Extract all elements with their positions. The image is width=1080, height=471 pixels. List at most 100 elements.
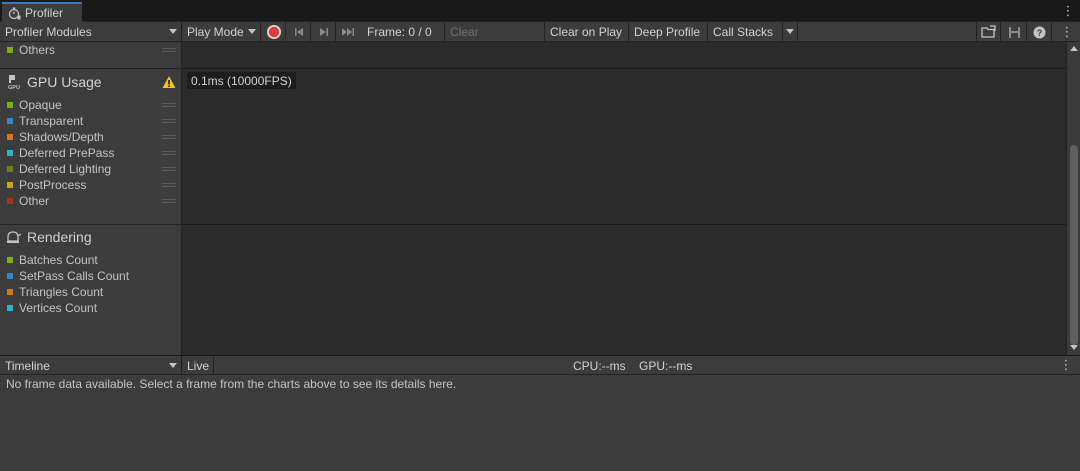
folder-open-icon: [980, 25, 996, 38]
legend-item-deferred-prepass[interactable]: Deferred PrePass: [7, 145, 114, 161]
vertical-scrollbar[interactable]: [1066, 42, 1080, 355]
play-mode-label: Play Mode: [187, 25, 244, 39]
drag-handle-icon[interactable]: [162, 145, 176, 161]
legend-label: Vertices Count: [19, 301, 98, 315]
help-button[interactable]: ?: [1028, 22, 1052, 42]
live-label: Live: [187, 359, 210, 373]
details-panel: No frame data available. Select a frame …: [0, 375, 1080, 471]
scrollbar-thumb[interactable]: [1070, 145, 1078, 345]
step-forward-icon: [319, 28, 328, 36]
legend-item-shadows-depth[interactable]: Shadows/Depth: [7, 129, 104, 145]
clear-label: Clear: [450, 25, 479, 39]
legend-label: Deferred PrePass: [19, 146, 115, 160]
legend-swatch: [7, 273, 13, 279]
drag-handle-icon[interactable]: [162, 177, 176, 193]
module-header-rendering[interactable]: Rendering: [6, 229, 92, 245]
profiler-stopwatch-icon: [7, 6, 21, 20]
module-divider: [0, 68, 182, 69]
chevron-down-icon: [786, 29, 794, 34]
module-header-gpu[interactable]: GPU GPU Usage: [6, 74, 102, 90]
svg-text:?: ?: [1037, 28, 1043, 38]
legend-item-vertices-count[interactable]: Vertices Count: [7, 300, 97, 316]
window-menu-icon[interactable]: ⋮: [1061, 3, 1075, 18]
legend-item-postprocess[interactable]: PostProcess: [7, 177, 86, 193]
module-divider: [0, 224, 182, 225]
details-menu-icon[interactable]: ⋮: [1059, 357, 1073, 372]
chart-divider: [182, 224, 1066, 225]
details-view-label: Timeline: [5, 359, 50, 373]
window-tab-bar: Profiler ⋮: [0, 0, 1080, 22]
cpu-time-label: CPU:--ms: [573, 359, 626, 373]
drag-handle-icon[interactable]: [162, 129, 176, 145]
legend-label: Deferred Lighting: [19, 162, 112, 176]
help-icon: ?: [1033, 26, 1046, 38]
record-button[interactable]: [262, 22, 286, 42]
scroll-down-icon[interactable]: [1070, 345, 1078, 350]
call-stacks-toggle[interactable]: Call Stacks: [708, 22, 783, 42]
drag-handle-icon[interactable]: [162, 113, 176, 129]
legend-swatch: [7, 150, 13, 156]
module-title: Rendering: [27, 229, 92, 245]
tab-profiler[interactable]: Profiler: [2, 2, 82, 22]
toolbar-menu-icon[interactable]: ⋮: [1060, 24, 1074, 39]
legend-item-opaque[interactable]: Opaque: [7, 97, 62, 113]
deep-profile-label: Deep Profile: [634, 25, 701, 39]
call-stacks-dropdown[interactable]: [783, 22, 798, 42]
legend-label: Transparent: [19, 114, 84, 128]
gpu-time-readout: GPU:--ms: [634, 356, 714, 376]
gpu-time-label: GPU:--ms: [639, 359, 693, 373]
legend-swatch: [7, 47, 13, 53]
record-icon: [266, 25, 281, 39]
step-back-icon: [294, 28, 303, 36]
save-button[interactable]: [1002, 22, 1027, 42]
next-frame-button[interactable]: [312, 22, 336, 42]
scroll-up-icon[interactable]: [1070, 46, 1078, 51]
chevron-down-icon: [169, 363, 177, 368]
legend-swatch: [7, 305, 13, 311]
live-toggle[interactable]: Live: [182, 356, 214, 376]
gpu-chart-tooltip: 0.1ms (10000FPS): [187, 72, 296, 89]
legend-label: Others: [19, 43, 56, 57]
profiler-toolbar: Profiler Modules Play Mode Frame: 0 / 0 …: [0, 22, 1080, 42]
profiler-modules-label: Profiler Modules: [5, 25, 92, 39]
svg-text:GPU: GPU: [8, 85, 20, 90]
module-list-panel: Others GPU GPU Usage Opaque Transparent …: [0, 42, 182, 355]
profiler-chart-area[interactable]: [182, 42, 1066, 355]
profiler-modules-dropdown[interactable]: Profiler Modules: [0, 22, 182, 42]
clear-on-play-toggle[interactable]: Clear on Play: [545, 22, 629, 42]
legend-item-triangles-count[interactable]: Triangles Count: [7, 284, 103, 300]
drag-handle-icon[interactable]: [162, 193, 176, 209]
chevron-down-icon: [248, 29, 256, 34]
drag-handle-icon[interactable]: [162, 97, 176, 113]
load-button[interactable]: [976, 22, 1001, 42]
current-frame-button[interactable]: [337, 22, 361, 42]
fast-forward-icon: [342, 28, 354, 36]
legend-label: Opaque: [19, 98, 62, 112]
chart-divider: [182, 68, 1066, 69]
gpu-icon: GPU: [6, 74, 22, 90]
legend-swatch: [7, 134, 13, 140]
legend-swatch: [7, 118, 13, 124]
frame-counter: Frame: 0 / 0: [362, 22, 445, 42]
deep-profile-toggle[interactable]: Deep Profile: [629, 22, 708, 42]
cpu-time-readout: CPU:--ms: [568, 356, 638, 376]
legend-item-deferred-lighting[interactable]: Deferred Lighting: [7, 161, 111, 177]
legend-swatch: [7, 257, 13, 263]
legend-label: SetPass Calls Count: [19, 269, 130, 283]
legend-item-others[interactable]: Others: [7, 42, 55, 58]
legend-item-batches-count[interactable]: Batches Count: [7, 252, 98, 268]
legend-item-setpass-calls-count[interactable]: SetPass Calls Count: [7, 268, 129, 284]
details-view-dropdown[interactable]: Timeline: [0, 356, 182, 376]
legend-label: Shadows/Depth: [19, 130, 104, 144]
drag-handle-icon[interactable]: [162, 42, 176, 58]
previous-frame-button[interactable]: [287, 22, 311, 42]
legend-item-transparent[interactable]: Transparent: [7, 113, 83, 129]
legend-label: Batches Count: [19, 253, 98, 267]
legend-item-other[interactable]: Other: [7, 193, 49, 209]
legend-swatch: [7, 182, 13, 188]
module-title: GPU Usage: [27, 74, 102, 90]
warning-icon[interactable]: [162, 75, 176, 89]
clear-button[interactable]: Clear: [445, 22, 545, 42]
play-mode-dropdown[interactable]: Play Mode: [182, 22, 261, 42]
drag-handle-icon[interactable]: [162, 161, 176, 177]
